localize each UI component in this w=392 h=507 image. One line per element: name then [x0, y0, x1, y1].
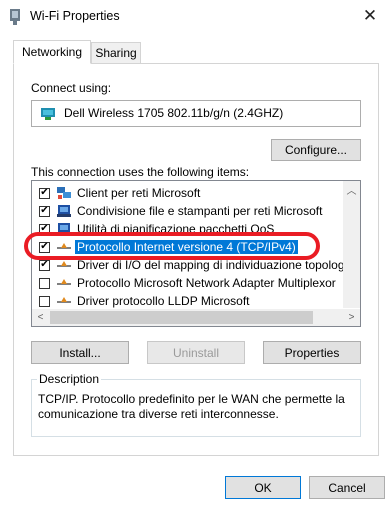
list-item-label: Protocollo Microsoft Network Adapter Mul…: [77, 276, 336, 290]
protocol-icon: [57, 261, 71, 267]
install-button[interactable]: Install...: [31, 341, 129, 364]
items-label: This connection uses the following items…: [31, 165, 250, 179]
scroll-up-icon[interactable]: ︿: [343, 181, 360, 198]
list-item-label: Protocollo Internet versione 4 (TCP/IPv4…: [74, 239, 299, 255]
list-item-label: Condivisione file e stampanti per reti M…: [77, 204, 323, 218]
scroll-right-icon[interactable]: >: [343, 309, 360, 326]
list-item-lldp[interactable]: Driver protocollo LLDP Microsoft: [32, 292, 358, 310]
checkbox-file-sharing[interactable]: ✔: [39, 205, 50, 217]
close-icon: ✕: [362, 6, 378, 25]
protocol-icon: [57, 297, 71, 303]
protocol-icon: [57, 279, 71, 285]
horizontal-scroll-thumb[interactable]: [50, 311, 313, 324]
protocol-icon: [57, 243, 71, 249]
cancel-button[interactable]: Cancel: [309, 476, 385, 499]
ok-button[interactable]: OK: [225, 476, 301, 499]
list-item-lltd-mapper[interactable]: ✔ Driver di I/O del mapping di individua…: [32, 256, 361, 274]
list-item-file-sharing[interactable]: ✔ Condivisione file e stampanti per reti…: [32, 202, 358, 220]
list-item-label: Utilità di pianificazione pacchetti QoS: [77, 222, 275, 236]
window-title: Wi-Fi Properties: [30, 9, 120, 23]
qos-icon: [57, 223, 71, 235]
tab-sharing[interactable]: Sharing: [91, 42, 141, 64]
horizontal-scrollbar[interactable]: < >: [32, 309, 360, 326]
list-item-label: Driver di I/O del mapping di individuazi…: [77, 258, 361, 272]
configure-button[interactable]: Configure...: [271, 139, 361, 161]
list-item-client[interactable]: ✔ Client per reti Microsoft: [32, 184, 358, 202]
list-item-label: Driver protocollo LLDP Microsoft: [77, 294, 250, 308]
list-item-ipv4[interactable]: ✔ Protocollo Internet versione 4 (TCP/IP…: [32, 238, 358, 256]
checkbox-lldp[interactable]: [39, 295, 50, 307]
wifi-adapter-icon: [10, 9, 20, 25]
uninstall-button[interactable]: Uninstall: [147, 341, 245, 364]
tab-networking[interactable]: Networking: [13, 40, 91, 64]
network-adapter-icon: [41, 108, 55, 120]
connect-using-label: Connect using:: [31, 81, 112, 95]
list-item-label: Client per reti Microsoft: [77, 186, 201, 200]
list-item-qos[interactable]: ✔ Utilità di pianificazione pacchetti Qo…: [32, 220, 358, 238]
checkbox-multiplexor[interactable]: [39, 277, 50, 289]
checkbox-lltd-mapper[interactable]: ✔: [39, 259, 50, 271]
tab-sharing-label: Sharing: [95, 46, 137, 60]
description-text: TCP/IP. Protocollo predefinito per le WA…: [38, 392, 345, 421]
adapter-name: Dell Wireless 1705 802.11b/g/n (2.4GHZ): [64, 106, 284, 120]
properties-button[interactable]: Properties: [263, 341, 361, 364]
vertical-scrollbar[interactable]: ︿: [343, 181, 360, 308]
description-legend: Description: [37, 372, 102, 386]
tab-networking-label: Networking: [21, 45, 83, 59]
items-list[interactable]: ✔ Client per reti Microsoft ✔ Condivisio…: [31, 180, 361, 327]
file-sharing-icon: [57, 205, 71, 217]
scroll-left-icon[interactable]: <: [32, 309, 49, 326]
list-item-multiplexor[interactable]: Protocollo Microsoft Network Adapter Mul…: [32, 274, 358, 292]
checkbox-qos[interactable]: ✔: [39, 223, 50, 235]
close-button[interactable]: ✕: [348, 0, 392, 32]
checkbox-ipv4[interactable]: ✔: [39, 241, 50, 253]
checkbox-client[interactable]: ✔: [39, 187, 50, 199]
client-icon: [57, 187, 71, 199]
